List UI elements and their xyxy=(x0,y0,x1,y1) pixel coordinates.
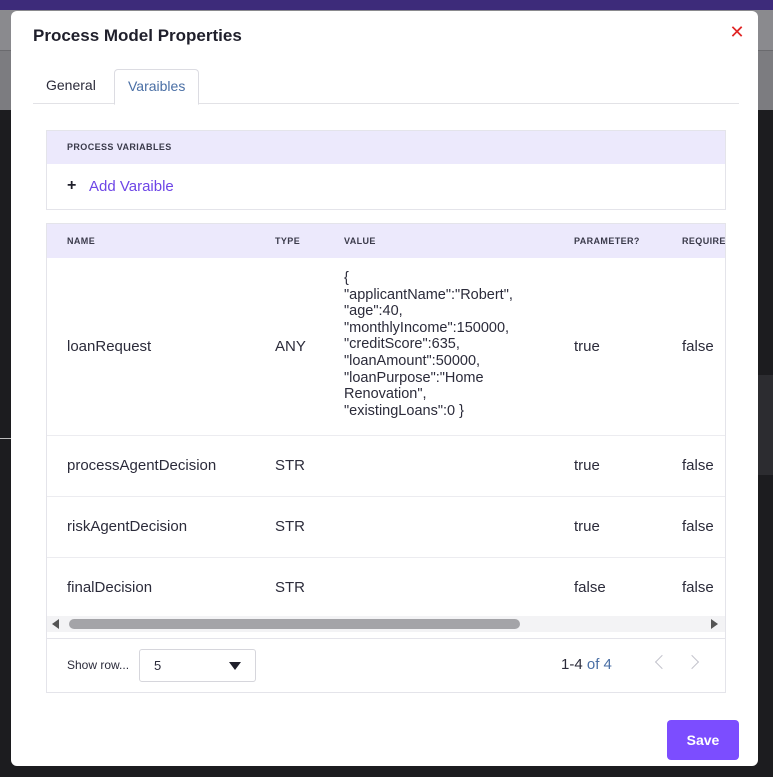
variable-name: finalDecision xyxy=(67,579,153,596)
table-row[interactable]: processAgentDecision STR true false xyxy=(47,436,725,497)
table-row[interactable]: loanRequest ANY { "applicantName":"Rober… xyxy=(47,258,725,436)
add-variable-label: Add Varaible xyxy=(89,177,174,195)
dialog-title: Process Model Properties xyxy=(33,26,242,45)
variable-parameter: true xyxy=(574,457,600,474)
close-icon[interactable]: ✕ xyxy=(726,21,748,43)
tab-variables[interactable]: Varaibles xyxy=(114,69,200,105)
variable-type: STR xyxy=(275,457,305,474)
page-range-value: 1-4 xyxy=(561,656,583,673)
column-header-value[interactable]: VALUE xyxy=(344,224,376,258)
rows-per-page-select[interactable]: 5 xyxy=(139,649,256,682)
tab-bar: General Varaibles xyxy=(33,69,739,105)
column-header-type[interactable]: TYPE xyxy=(275,224,300,258)
process-variables-header: PROCESS VARIABLES xyxy=(47,131,725,164)
variable-required: false xyxy=(682,457,714,474)
variable-value: { "applicantName":"Robert", "age":40, "m… xyxy=(344,270,513,419)
column-header-parameter[interactable]: PARAMETER? xyxy=(574,224,640,258)
save-button[interactable]: Save xyxy=(667,720,739,760)
column-header-name[interactable]: NAME xyxy=(67,224,95,258)
variable-type: ANY xyxy=(275,338,306,355)
page-range: 1-4 of 4 xyxy=(561,656,612,673)
horizontal-scrollbar[interactable] xyxy=(47,616,725,632)
chevron-right-icon[interactable] xyxy=(684,654,700,670)
table-header: NAME TYPE VALUE PARAMETER? REQUIRE xyxy=(47,224,725,258)
variable-parameter: false xyxy=(574,579,606,596)
process-model-properties-dialog: Process Model Properties ✕ General Varai… xyxy=(11,11,758,766)
process-variables-section: PROCESS VARIABLES + Add Varaible xyxy=(46,130,726,210)
variable-required: false xyxy=(682,338,714,355)
variable-type: STR xyxy=(275,579,305,596)
show-rows-label: Show row... xyxy=(67,658,130,672)
variable-name: loanRequest xyxy=(67,338,152,355)
page-total: of 4 xyxy=(586,656,612,673)
add-variable-button[interactable]: + Add Varaible xyxy=(67,177,174,195)
rows-per-page-value: 5 xyxy=(154,658,162,673)
chevron-left-icon[interactable] xyxy=(654,654,670,670)
plus-icon: + xyxy=(67,177,77,194)
variable-required: false xyxy=(682,518,714,535)
scrollbar-thumb[interactable] xyxy=(69,619,520,629)
variable-parameter: true xyxy=(574,518,600,535)
variable-parameter: true xyxy=(574,338,600,355)
background-top-bar xyxy=(0,0,773,10)
pagination-bar: Show row... 5 1-4 of 4 xyxy=(47,638,725,692)
variable-type: STR xyxy=(275,518,305,535)
caret-down-icon xyxy=(229,662,241,670)
table-row[interactable]: riskAgentDecision STR true false xyxy=(47,497,725,558)
table-row[interactable]: finalDecision STR false false xyxy=(47,558,725,616)
variable-required: false xyxy=(682,579,714,596)
scroll-right-icon[interactable] xyxy=(711,619,718,629)
scroll-left-icon[interactable] xyxy=(52,619,59,629)
variable-name: processAgentDecision xyxy=(67,457,217,474)
tab-general[interactable]: General xyxy=(33,69,109,104)
variables-table: NAME TYPE VALUE PARAMETER? REQUIRE loanR… xyxy=(46,223,726,693)
variable-name: riskAgentDecision xyxy=(67,518,188,535)
column-header-required[interactable]: REQUIRE xyxy=(682,224,725,258)
